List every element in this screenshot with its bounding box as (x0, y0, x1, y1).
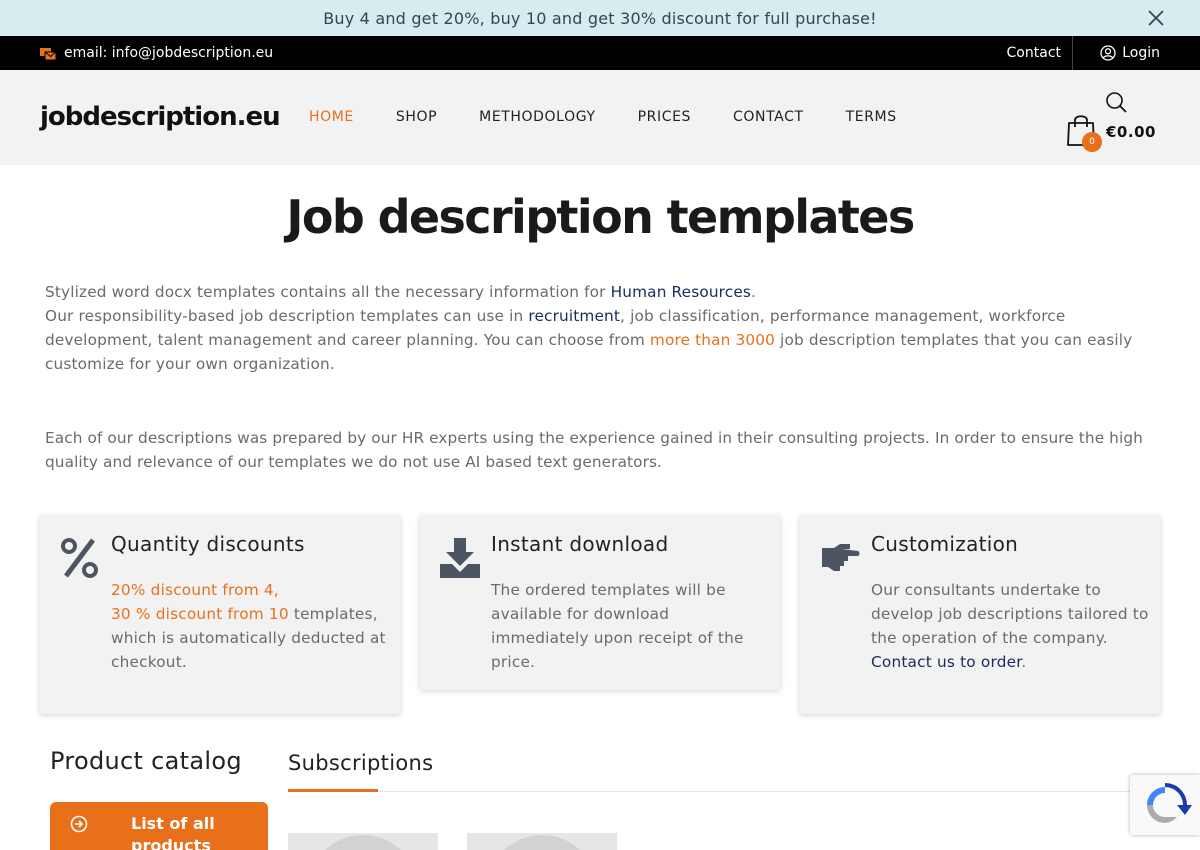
nav-terms[interactable]: TERMS (846, 109, 897, 125)
experts-paragraph: Each of our descriptions was prepared by… (45, 429, 1143, 471)
card-text: The ordered templates will be available … (491, 581, 744, 671)
feature-card-instant-download: Instant download The ordered templates w… (420, 516, 780, 690)
email-info[interactable]: email: info@jobdescription.eu (40, 36, 273, 70)
intro-text: Stylized word docx templates contains al… (45, 280, 1157, 376)
contact-us-to-order-link[interactable]: Contact us to order (871, 653, 1021, 671)
list-all-products-label: List of all products (131, 814, 215, 850)
promo-bar: Buy 4 and get 20%, buy 10 and get 30% di… (0, 0, 1200, 36)
recaptcha-icon (1147, 783, 1192, 823)
nav-methodology[interactable]: METHODOLOGY (479, 109, 595, 125)
nav-home[interactable]: HOME (309, 109, 354, 125)
promo-text: Buy 4 and get 20%, buy 10 and get 30% di… (323, 8, 877, 28)
card-text: 20% discount from 4, 30 % discount from … (111, 578, 391, 674)
percent-icon (61, 538, 98, 578)
nav-contact[interactable]: CONTACT (733, 109, 804, 125)
discount-highlight: 20% discount from 4, (111, 581, 279, 599)
main-nav: HOME SHOP METHODOLOGY PRICES CONTACT TER… (309, 109, 939, 125)
download-icon (440, 538, 480, 578)
topbar-contact-link[interactable]: Contact (1007, 36, 1073, 70)
card-title: Customization (871, 532, 1019, 556)
top-bar: email: info@jobdescription.eu Contact Lo… (0, 36, 1200, 70)
product-thumbnail[interactable] (467, 833, 617, 850)
tab-subscriptions[interactable]: Subscriptions (288, 751, 433, 775)
close-icon[interactable] (1146, 8, 1166, 28)
feature-card-quantity-discounts: Quantity discounts 20% discount from 4, … (40, 516, 400, 714)
product-thumbnail[interactable] (288, 833, 438, 850)
product-catalog-title: Product catalog (50, 747, 242, 775)
active-tab-underline (288, 789, 378, 792)
email-text: email: info@jobdescription.eu (64, 45, 274, 61)
login-link[interactable]: Login (1100, 36, 1160, 70)
site-header: jobdescription.eu HOME SHOP METHODOLOGY … (0, 70, 1200, 165)
card-title: Instant download (491, 532, 669, 556)
more-than-3000-link[interactable]: more than 3000 (650, 331, 775, 349)
search-icon[interactable] (1104, 90, 1128, 114)
card-text-part: Our consultants undertake to develop job… (871, 581, 1149, 647)
login-label: Login (1122, 45, 1160, 61)
human-resources-link[interactable]: Human Resources (611, 283, 751, 301)
mail-stack-icon (40, 47, 57, 60)
cart-count-badge: 0 (1082, 132, 1102, 152)
intro-text-part: . (751, 283, 757, 301)
tab-divider (288, 791, 1130, 792)
nav-shop[interactable]: SHOP (396, 109, 437, 125)
cart-total[interactable]: €0.00 (1106, 123, 1156, 141)
feature-card-customization: Customization Our consultants undertake … (800, 516, 1160, 714)
recaptcha-badge[interactable] (1130, 775, 1200, 835)
arrow-circle-right-icon (70, 815, 88, 833)
list-all-products-button[interactable]: List of all products (50, 802, 268, 850)
recruitment-link[interactable]: recruitment (528, 307, 620, 325)
card-text: Our consultants undertake to develop job… (871, 578, 1151, 674)
intro-text-part: Our responsibility-based job description… (45, 307, 529, 325)
card-title: Quantity discounts (111, 532, 305, 556)
pointing-hand-icon (822, 544, 860, 571)
card-text-part: . (1021, 653, 1027, 671)
nav-prices[interactable]: PRICES (638, 109, 691, 125)
intro-text-part: Stylized word docx templates contains al… (45, 283, 611, 301)
user-circle-icon (1100, 45, 1116, 61)
page-title: Job description templates (286, 190, 915, 244)
site-logo[interactable]: jobdescription.eu (40, 102, 281, 132)
discount-highlight: 30 % discount from 10 (111, 605, 289, 623)
